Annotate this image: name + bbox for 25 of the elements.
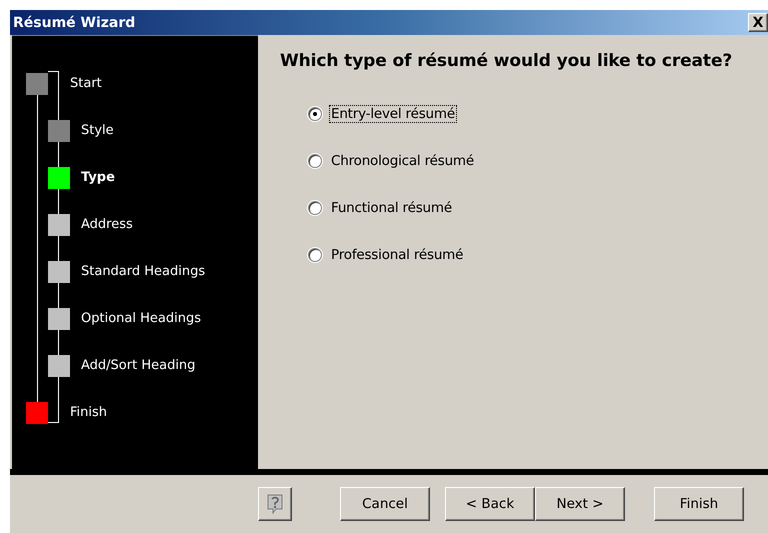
step-label: Style (81, 123, 114, 138)
option-label[interactable]: Professional résumé (329, 246, 466, 264)
option-label[interactable]: Functional résumé (329, 198, 454, 216)
step-label: Optional Headings (81, 311, 201, 326)
radio-button[interactable] (308, 200, 322, 214)
step-label: Start (70, 76, 102, 91)
step-label: Add/Sort Heading (81, 358, 196, 373)
radio-button[interactable] (308, 154, 322, 168)
step-label: Address (81, 217, 133, 232)
question-heading: Which type of résumé would you like to create? (280, 51, 734, 71)
wizard-button[interactable]: < Back (445, 486, 535, 520)
wizard-button[interactable]: Cancel (340, 486, 430, 520)
wizard-button[interactable]: Finish (654, 486, 744, 520)
close-button[interactable]: X (748, 13, 768, 32)
window-title: Résumé Wizard (13, 14, 136, 30)
step-label: Type (81, 170, 115, 185)
step-label: Finish (70, 405, 108, 420)
radio-button[interactable] (308, 106, 322, 120)
assistant-icon (266, 492, 284, 514)
option-label[interactable]: Chronological résumé (329, 152, 476, 170)
wizard-button[interactable]: Next > (535, 486, 625, 520)
radio-button[interactable] (308, 248, 322, 262)
option-label[interactable]: Entry-level résumé (329, 104, 457, 122)
help-button[interactable] (258, 486, 292, 520)
step-label: Standard Headings (81, 264, 206, 279)
